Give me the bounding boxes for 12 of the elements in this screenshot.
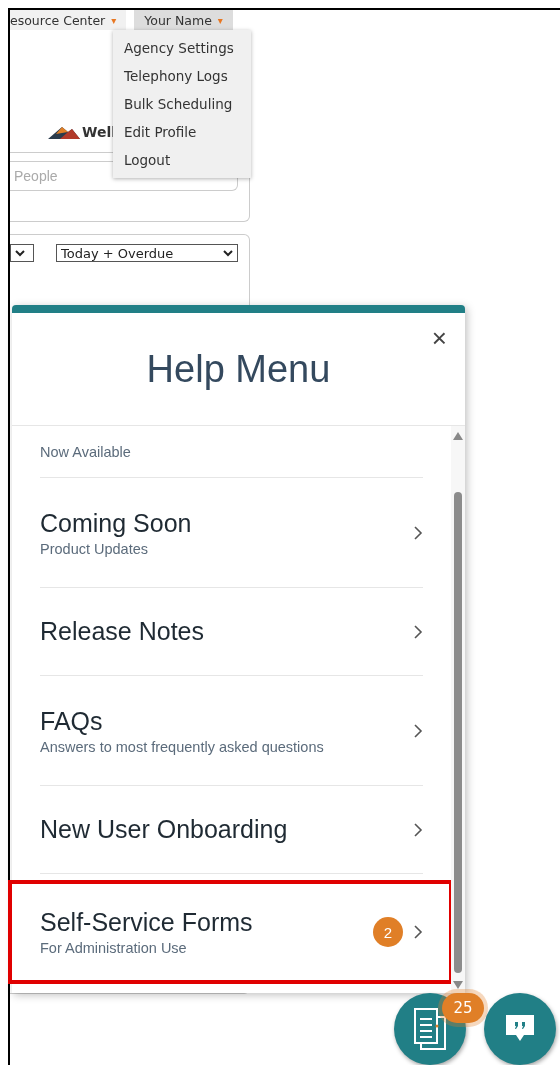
item-subtitle: Product Updates <box>40 540 149 557</box>
item-title: New User Onboarding <box>40 815 289 844</box>
item-title: Release Notes <box>40 617 205 646</box>
count-badge: 2 <box>373 917 403 947</box>
item-title: Coming Soon <box>40 508 193 538</box>
notification-badge: 25 <box>442 993 484 1023</box>
item-title: FAQs <box>40 706 104 736</box>
item-title: Self-Service Forms <box>40 908 254 937</box>
item-subtitle: For Administration Use <box>40 940 188 956</box>
item-subtitle: Answers to most frequently asked questions <box>40 738 325 755</box>
item-subtitle: Now Available <box>40 443 132 460</box>
panel-title: Help Menu <box>146 347 331 391</box>
